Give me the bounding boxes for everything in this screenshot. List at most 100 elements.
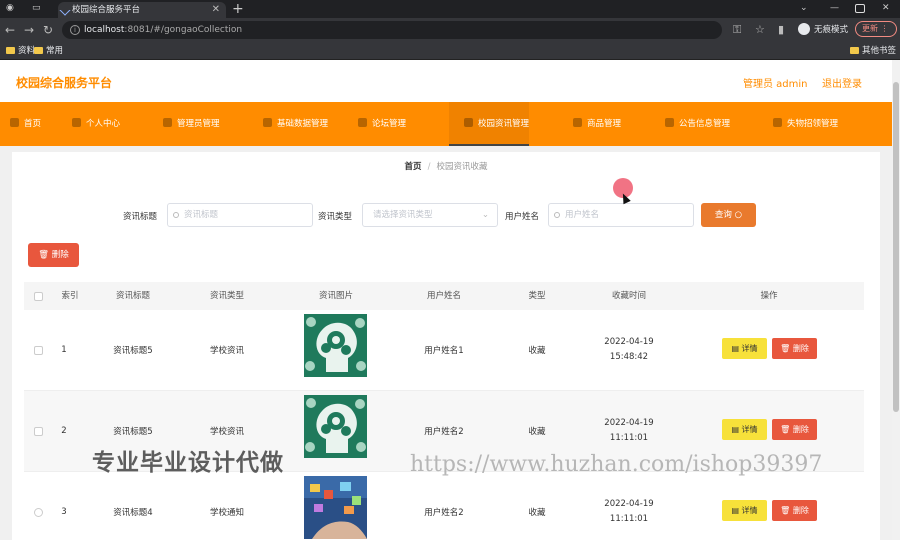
nav-label: 论坛管理 xyxy=(372,119,407,129)
nav-label: 个人中心 xyxy=(86,119,121,129)
logout-link[interactable]: 退出登录 xyxy=(822,75,862,90)
tech-hand-image xyxy=(304,476,367,539)
watermark-left: 专业毕业设计代做 xyxy=(92,450,284,476)
query-button[interactable]: 查询 ○ xyxy=(701,203,756,227)
row-checkbox[interactable] xyxy=(34,508,43,517)
row-checkbox[interactable] xyxy=(34,427,43,436)
tab-strip-icon[interactable]: ▭ xyxy=(32,0,41,16)
browser-menu-icon[interactable]: ◉ xyxy=(6,0,14,16)
app-header: 校园综合服务平台 管理员 admin 退出登录 xyxy=(0,60,892,102)
forum-icon xyxy=(358,118,367,127)
minimize-icon[interactable]: — xyxy=(830,0,839,16)
row-checkbox[interactable] xyxy=(34,346,43,355)
delete-label: 删除 xyxy=(792,506,809,515)
cell-title: 资讯标题5 xyxy=(113,427,153,437)
select-all-checkbox[interactable] xyxy=(34,292,43,301)
user-search-input[interactable]: 用户姓名 xyxy=(548,203,694,227)
detail-icon: ▤ xyxy=(731,506,739,515)
trash-icon: 🗑 xyxy=(780,344,791,353)
tab-search-icon[interactable]: ⌄ xyxy=(800,0,808,16)
restore-icon[interactable] xyxy=(855,4,865,13)
user-icon xyxy=(72,118,81,127)
col-time: 收藏时间 xyxy=(611,291,647,301)
update-button[interactable]: 更新 ⋮ xyxy=(855,21,897,37)
breadcrumb-separator: / xyxy=(427,162,431,172)
breadcrumb: 首页 / 校园资讯收藏 xyxy=(12,160,880,172)
cell-title: 资讯标题5 xyxy=(113,346,153,356)
browser-tab[interactable]: 校园综合服务平台 ✕ xyxy=(58,2,226,18)
delete-button[interactable]: 🗑 删除 xyxy=(772,338,817,359)
cell-user: 用户姓名2 xyxy=(424,427,464,437)
watermark-right: https://www.huzhan.com/ishop39397 xyxy=(410,452,823,477)
nav-campus-news[interactable]: 校园资讯管理 xyxy=(449,102,529,146)
search-icon xyxy=(173,212,179,218)
detail-button[interactable]: ▤ 详情 xyxy=(722,500,767,521)
new-tab-icon[interactable]: + xyxy=(232,0,244,18)
detail-label: 详情 xyxy=(741,344,758,353)
col-image: 资讯图片 xyxy=(318,291,354,301)
back-icon[interactable]: ← xyxy=(5,21,15,39)
breadcrumb-home[interactable]: 首页 xyxy=(405,162,422,172)
notice-icon xyxy=(665,118,674,127)
cell-index: 2 xyxy=(61,426,67,436)
main-nav: 首页 个人中心 管理员管理 基础数据管理 论坛管理 校园资讯管理 商品管理 公告… xyxy=(0,102,892,146)
goods-icon xyxy=(573,118,582,127)
type-select[interactable]: 请选择资讯类型 ⌄ xyxy=(362,203,498,227)
cell-kind: 收藏 xyxy=(528,346,546,356)
title-filter-label: 资讯标题 xyxy=(123,212,158,222)
delete-button[interactable]: 🗑 删除 xyxy=(772,500,817,521)
cell-type: 学校通知 xyxy=(209,508,245,518)
nav-base-data[interactable]: 基础数据管理 xyxy=(263,102,328,146)
folder-icon xyxy=(850,47,859,54)
page-scrollbar[interactable] xyxy=(892,60,900,540)
bookmark-folder-0[interactable]: 资料 xyxy=(6,42,35,60)
detail-button[interactable]: ▤ 详情 xyxy=(722,419,767,440)
admin-user: 管理员 admin xyxy=(743,79,808,90)
tab-title: 校园综合服务平台 xyxy=(72,5,141,15)
nav-label: 公告信息管理 xyxy=(679,119,731,129)
breadcrumb-current: 校园资讯收藏 xyxy=(436,162,488,172)
vue-logo-icon xyxy=(59,4,71,16)
forward-icon[interactable]: → xyxy=(24,21,34,39)
delete-button[interactable]: 🗑 删除 xyxy=(772,419,817,440)
incognito-avatar-icon[interactable] xyxy=(798,23,810,35)
nav-profile[interactable]: 个人中心 xyxy=(72,102,120,146)
side-panel-icon[interactable]: ▮ xyxy=(778,22,784,38)
detail-icon: ▤ xyxy=(731,425,739,434)
title-search-input[interactable]: 资讯标题 xyxy=(167,203,313,227)
cell-kind: 收藏 xyxy=(528,427,546,437)
nav-label: 管理员管理 xyxy=(177,119,220,129)
nav-lost-found[interactable]: 失物招领管理 xyxy=(773,102,838,146)
site-info-icon[interactable]: i xyxy=(70,25,80,35)
bookmark-folder-1[interactable]: 常用 xyxy=(34,42,63,60)
query-label: 查询 xyxy=(714,210,732,220)
url-input[interactable]: i localhost:8081/#/gongaoCollection xyxy=(62,21,722,39)
close-window-icon[interactable]: ✕ xyxy=(882,0,890,16)
news-icon xyxy=(464,118,473,127)
reload-icon[interactable]: ↻ xyxy=(43,21,53,39)
trash-icon: 🗑 xyxy=(38,250,50,260)
bookmark-label: 资料 xyxy=(18,46,36,56)
nav-admin[interactable]: 管理员管理 xyxy=(163,102,220,146)
trash-icon: 🗑 xyxy=(780,425,791,434)
cell-title: 资讯标题4 xyxy=(113,508,153,518)
tab-close-icon[interactable]: ✕ xyxy=(212,2,220,18)
folder-icon xyxy=(34,47,43,54)
nav-label: 基础数据管理 xyxy=(277,119,329,129)
star-icon[interactable]: ☆ xyxy=(755,22,765,38)
nav-notice[interactable]: 公告信息管理 xyxy=(665,102,730,146)
browser-tab-bar: ◉ ▭ 校园综合服务平台 ✕ + ⌄ — ✕ xyxy=(0,0,900,18)
scrollbar-thumb[interactable] xyxy=(893,82,899,412)
nav-home[interactable]: 首页 xyxy=(10,102,41,146)
other-bookmarks[interactable]: 其他书签 xyxy=(850,42,896,60)
chevron-down-icon: ⌄ xyxy=(481,210,489,220)
nav-goods[interactable]: 商品管理 xyxy=(573,102,621,146)
nav-forum[interactable]: 论坛管理 xyxy=(358,102,406,146)
batch-delete-button[interactable]: 🗑 删除 xyxy=(28,243,79,267)
detail-button[interactable]: ▤ 详情 xyxy=(722,338,767,359)
nav-label: 失物招领管理 xyxy=(787,119,839,129)
detail-label: 详情 xyxy=(741,425,758,434)
bookmarks-bar: 资料 常用 其他书签 xyxy=(0,42,900,60)
trash-icon: 🗑 xyxy=(780,506,791,515)
key-icon[interactable]: ⚿ xyxy=(733,22,741,38)
